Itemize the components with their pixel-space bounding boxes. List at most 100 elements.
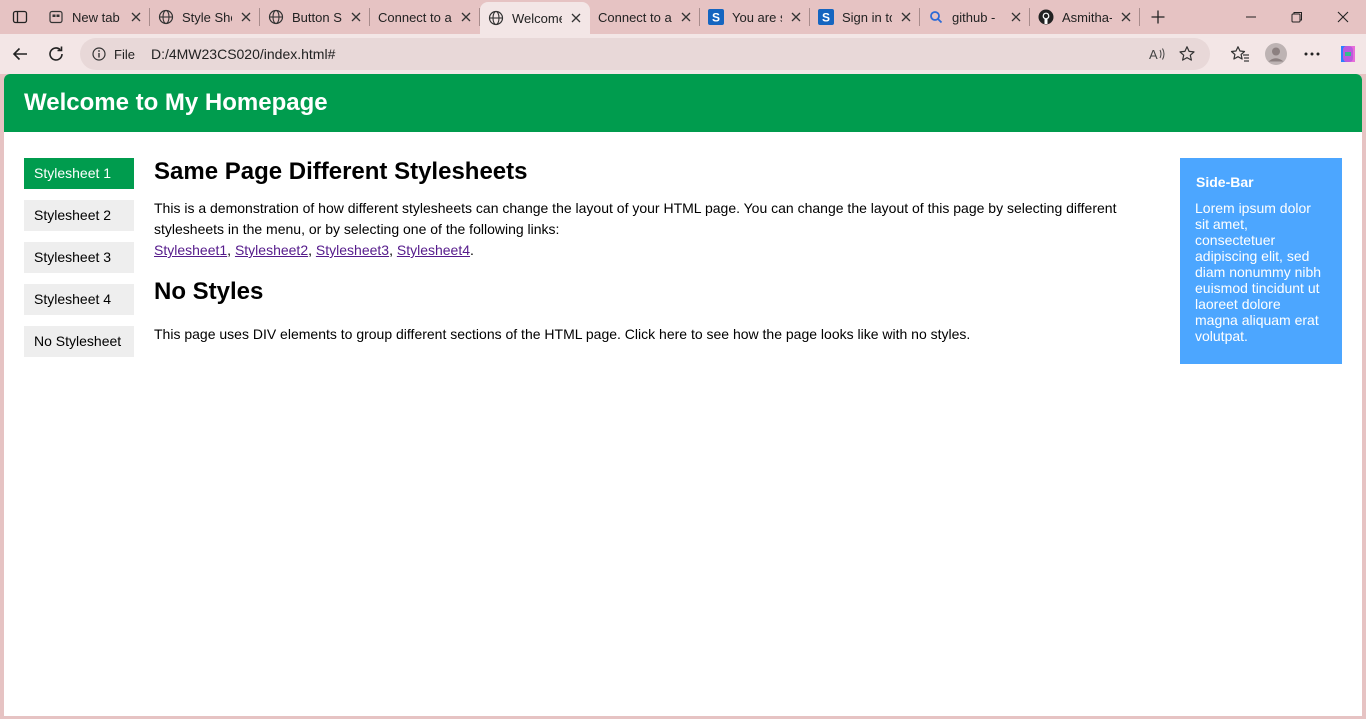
new-tab-page-icon [48, 9, 64, 25]
close-icon[interactable] [678, 9, 694, 25]
back-button[interactable] [2, 36, 38, 72]
profile-button[interactable] [1258, 36, 1294, 72]
copilot-icon [1341, 46, 1355, 62]
reload-button[interactable] [38, 36, 74, 72]
globe-icon [268, 9, 284, 25]
menu-item-stylesheet-1[interactable]: Stylesheet 1 [24, 158, 134, 189]
globe-icon [158, 9, 174, 25]
sidebar-text: Lorem ipsum dolor sit amet, consectetuer… [1195, 200, 1322, 344]
tab-title: Connect to a r [378, 9, 452, 25]
tab-title: Asmitha- [1062, 9, 1112, 25]
tab-github-profile[interactable]: Asmitha- [1030, 0, 1140, 34]
tab-strip: New tab Style She Button St Connect to a… [0, 0, 1366, 34]
svg-text:S: S [712, 11, 720, 25]
new-tab-button[interactable] [1140, 0, 1176, 34]
link-stylesheet2[interactable]: Stylesheet2 [235, 242, 308, 258]
no-styles-paragraph: This page uses DIV elements to group dif… [154, 326, 971, 342]
link-separator: , [308, 242, 316, 258]
close-icon[interactable] [348, 9, 364, 25]
link-stylesheet1[interactable]: Stylesheet1 [154, 242, 227, 258]
reload-icon [49, 46, 63, 61]
link-separator: , [389, 242, 397, 258]
tab-style-sheet[interactable]: Style She [150, 0, 260, 34]
tab-title: Sign in to [842, 9, 892, 25]
plus-icon [1151, 10, 1165, 24]
tab-actions-icon [12, 10, 28, 24]
sidebar-title: Side-Bar [1196, 174, 1254, 190]
close-icon[interactable] [568, 10, 584, 26]
svg-text:A: A [1149, 47, 1158, 62]
menu-item-stylesheet-3[interactable]: Stylesheet 3 [24, 242, 134, 273]
side-bar: Side-Bar Lorem ipsum dolor sit amet, con… [1180, 158, 1342, 364]
tab-title: Welcome [512, 10, 562, 26]
more-dots-icon [1304, 52, 1320, 56]
link-end-punctuation: . [470, 242, 474, 258]
close-icon [1337, 11, 1349, 23]
tab-title: Connect to a r [598, 9, 672, 25]
tab-title: Style She [182, 9, 232, 25]
section-heading-stylesheets: Same Page Different Stylesheets [154, 158, 528, 185]
menu-item-stylesheet-2[interactable]: Stylesheet 2 [24, 200, 134, 231]
window-controls [1228, 0, 1366, 34]
menu-item-stylesheet-4[interactable]: Stylesheet 4 [24, 284, 134, 315]
tab-actions-button[interactable] [0, 0, 40, 34]
github-icon [1038, 9, 1054, 25]
back-arrow-icon [12, 47, 27, 61]
link-separator: , [227, 242, 235, 258]
settings-more-button[interactable] [1294, 36, 1330, 72]
favorite-star-icon[interactable] [1172, 42, 1202, 66]
close-icon[interactable] [898, 9, 914, 25]
site-info-icon[interactable] [84, 47, 114, 61]
toolbar-right-actions [1222, 36, 1366, 72]
page-title: Welcome to My Homepage [24, 89, 328, 116]
link-stylesheet3[interactable]: Stylesheet3 [316, 242, 389, 258]
s-brand-icon: S [708, 9, 724, 25]
svg-text:S: S [822, 11, 830, 25]
close-icon[interactable] [128, 9, 144, 25]
scheme-label: File [114, 46, 135, 62]
page-viewport: Welcome to My Homepage Stylesheet 1 Styl… [4, 74, 1362, 716]
close-icon[interactable] [1008, 9, 1024, 25]
menu-item-no-stylesheet[interactable]: No Stylesheet [24, 326, 134, 357]
close-icon[interactable] [458, 9, 474, 25]
close-icon[interactable] [788, 9, 804, 25]
tab-connect-2[interactable]: Connect to a r [590, 0, 700, 34]
tab-github-search[interactable]: github - [920, 0, 1030, 34]
minimize-icon [1246, 16, 1256, 18]
tab-welcome[interactable]: Welcome [480, 2, 590, 34]
address-bar[interactable]: File D:/4MW23CS020/index.html# A [80, 38, 1210, 70]
tab-you-are-signed[interactable]: S You are s [700, 0, 810, 34]
url-text[interactable]: D:/4MW23CS020/index.html# [151, 46, 335, 62]
tab-title: github - [952, 9, 996, 25]
tab-new-tab[interactable]: New tab [40, 0, 150, 34]
read-aloud-icon[interactable]: A [1142, 42, 1172, 66]
browser-toolbar: File D:/4MW23CS020/index.html# A [0, 34, 1366, 74]
favorites-icon [1230, 46, 1249, 62]
close-icon[interactable] [1118, 9, 1134, 25]
close-window-button[interactable] [1320, 0, 1366, 34]
close-icon[interactable] [238, 9, 254, 25]
intro-paragraph: This is a demonstration of how different… [154, 198, 1144, 261]
favorites-button[interactable] [1222, 36, 1258, 72]
restore-button[interactable] [1274, 0, 1320, 34]
globe-icon [488, 10, 504, 26]
tab-title: New tab [72, 9, 120, 25]
page-header: Welcome to My Homepage [4, 74, 1362, 132]
avatar-icon [1265, 43, 1287, 65]
minimize-button[interactable] [1228, 0, 1274, 34]
tab-title: Button St [292, 9, 342, 25]
stylesheet-menu: Stylesheet 1 Stylesheet 2 Stylesheet 3 S… [24, 158, 134, 368]
link-stylesheet4[interactable]: Stylesheet4 [397, 242, 470, 258]
copilot-button[interactable] [1330, 36, 1366, 72]
tab-sign-in[interactable]: S Sign in to [810, 0, 920, 34]
search-icon [928, 9, 944, 25]
intro-text: This is a demonstration of how different… [154, 200, 1117, 237]
section-heading-no-styles: No Styles [154, 278, 264, 305]
s-brand-icon: S [818, 9, 834, 25]
restore-icon [1291, 12, 1302, 23]
address-bar-actions: A [1142, 42, 1202, 66]
tab-title: You are s [732, 9, 782, 25]
tab-connect-1[interactable]: Connect to a r [370, 0, 480, 34]
tab-button-styles[interactable]: Button St [260, 0, 370, 34]
main-content: Same Page Different Stylesheets This is … [154, 158, 1144, 345]
